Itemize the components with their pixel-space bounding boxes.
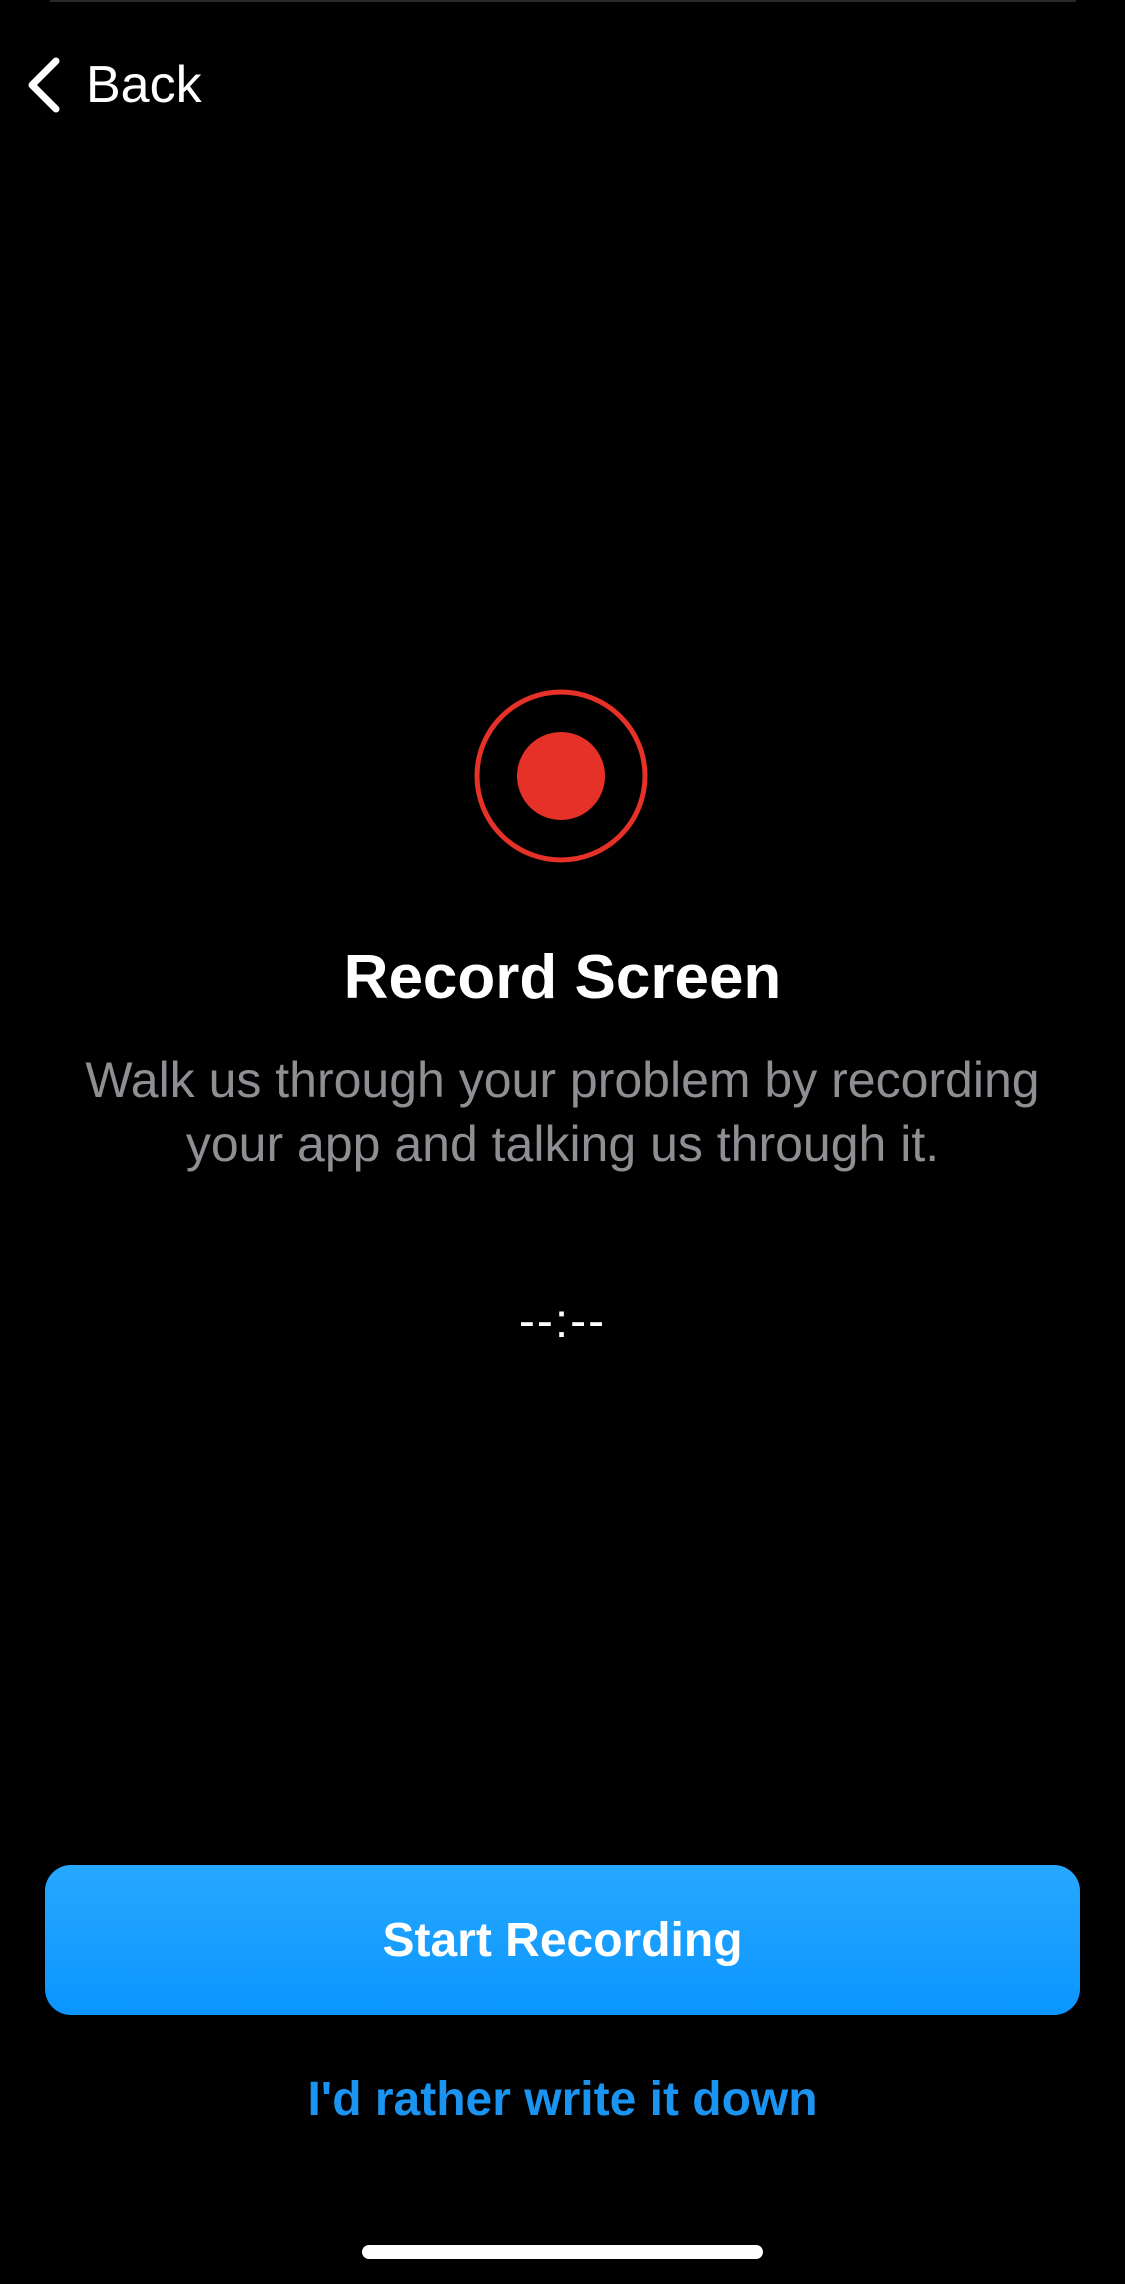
top-divider (50, 0, 1076, 2)
description-text: Walk us through your problem by recordin… (85, 1052, 1040, 1172)
back-label: Back (86, 56, 202, 114)
page-title: Record Screen (343, 943, 782, 1012)
start-recording-label: Start Recording (382, 1913, 743, 1967)
start-recording-button[interactable]: Start Recording (45, 1865, 1080, 2015)
back-button[interactable]: Back (24, 50, 202, 120)
timer-display: --:-- (518, 1295, 607, 1348)
home-indicator (362, 2245, 763, 2259)
record-icon (473, 688, 649, 864)
write-it-down-link[interactable]: I'd rather write it down (0, 2068, 1125, 2132)
chevron-left-icon (24, 55, 64, 115)
